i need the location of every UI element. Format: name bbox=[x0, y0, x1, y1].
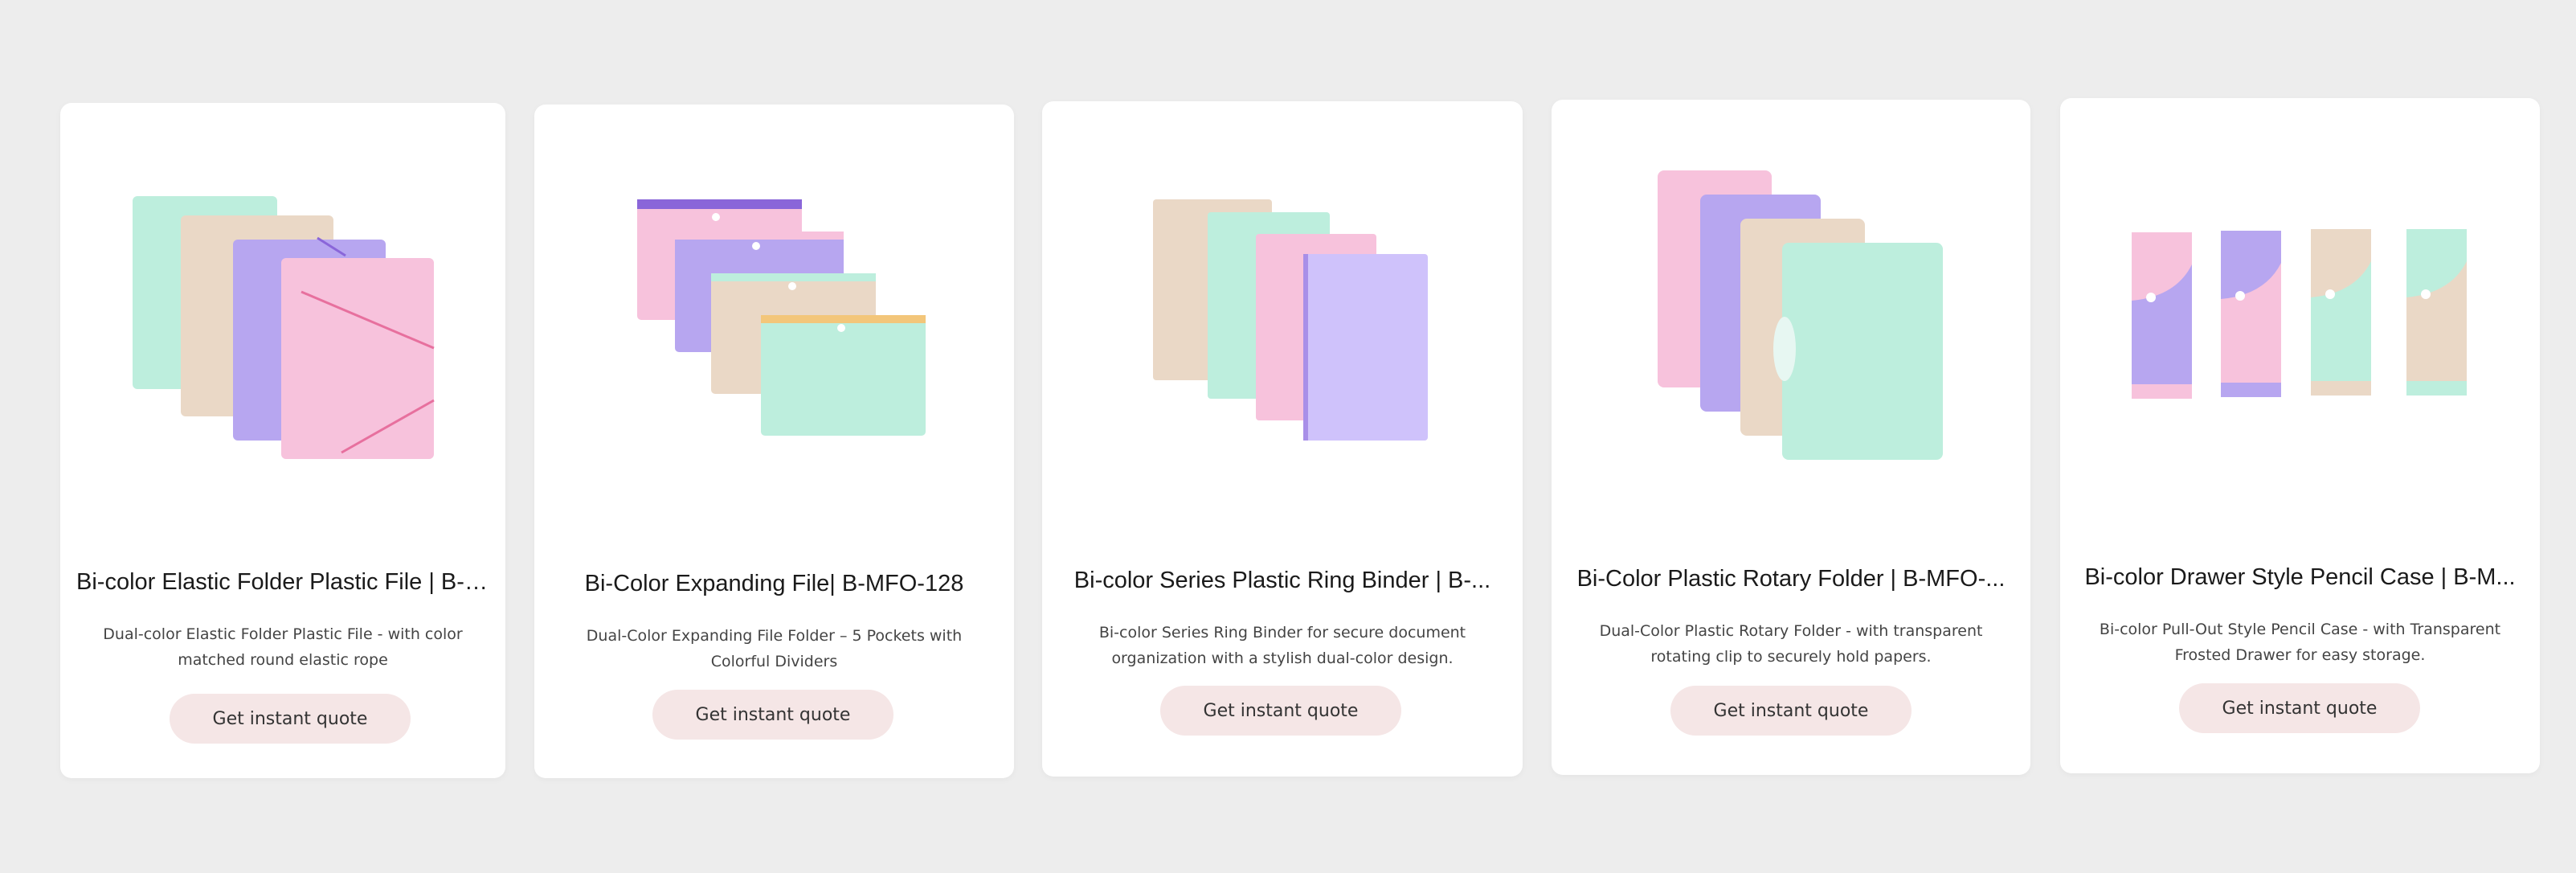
product-card-expanding-file[interactable]: Bi-Color Expanding File| B-MFO-128 Dual-… bbox=[534, 105, 1014, 778]
get-quote-button[interactable]: Get instant quote bbox=[170, 694, 411, 744]
product-description: Bi-color Pull-Out Style Pencil Case - wi… bbox=[2099, 621, 2501, 664]
product-card-elastic-folder[interactable]: Bi-color Elastic Folder Plastic File | B… bbox=[60, 103, 505, 778]
product-image-elastic-folder[interactable] bbox=[60, 103, 505, 553]
product-title[interactable]: Bi-Color Expanding File| B-MFO-128 bbox=[550, 571, 998, 597]
product-title[interactable]: Bi-color Drawer Style Pencil Case | B-M.… bbox=[2076, 564, 2524, 591]
product-description: Dual-Color Expanding File Folder – 5 Poc… bbox=[586, 627, 963, 670]
get-quote-button[interactable]: Get instant quote bbox=[1160, 686, 1401, 736]
product-description: Bi-color Series Ring Binder for secure d… bbox=[1098, 624, 1466, 667]
product-description: Dual-Color Plastic Rotary Folder - with … bbox=[1599, 622, 1983, 666]
product-title[interactable]: Bi-Color Plastic Rotary Folder | B-MFO-.… bbox=[1568, 566, 2014, 592]
product-image-pencil-case[interactable] bbox=[2060, 98, 2540, 548]
product-card-pencil-case[interactable]: Bi-color Drawer Style Pencil Case | B-M.… bbox=[2060, 98, 2540, 773]
product-description: Dual-color Elastic Folder Plastic File -… bbox=[103, 625, 463, 669]
product-image-rotary-folder[interactable] bbox=[1552, 100, 2030, 550]
get-quote-button[interactable]: Get instant quote bbox=[652, 690, 893, 740]
product-image-expanding-file[interactable] bbox=[534, 105, 1014, 555]
product-card-rotary-folder[interactable]: Bi-Color Plastic Rotary Folder | B-MFO-.… bbox=[1552, 100, 2030, 775]
product-image-ring-binder[interactable] bbox=[1042, 101, 1523, 551]
get-quote-button[interactable]: Get instant quote bbox=[2179, 683, 2420, 733]
get-quote-button[interactable]: Get instant quote bbox=[1670, 686, 1912, 736]
product-card-ring-binder[interactable]: Bi-color Series Plastic Ring Binder | B-… bbox=[1042, 101, 1523, 777]
product-title[interactable]: Bi-color Series Plastic Ring Binder | B-… bbox=[1058, 568, 1507, 594]
product-title[interactable]: Bi-color Elastic Folder Plastic File | B… bbox=[76, 569, 489, 596]
